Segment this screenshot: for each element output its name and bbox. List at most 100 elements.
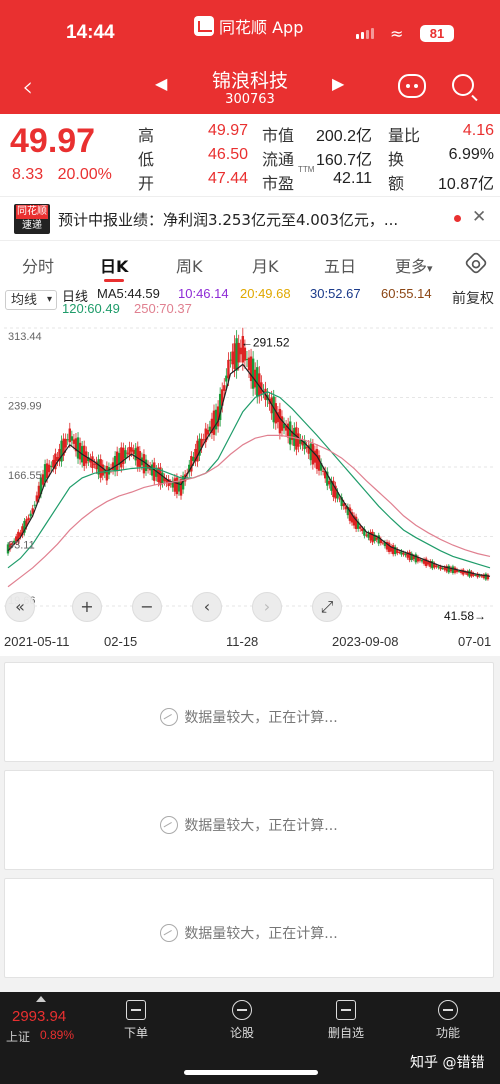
candle-body [453, 567, 457, 573]
candle-body [321, 470, 325, 472]
ma5-value: MA5:44.59 [97, 286, 160, 301]
fullscreen-button[interactable]: ⤢ [312, 592, 342, 622]
amount-label: 额 [388, 176, 405, 193]
vol-ratio-label: 量比 [388, 128, 421, 145]
news-ticker[interactable]: 同花顺 速递 预计中报业绩：净利润3.253亿元至4.003亿元，... ✕ [0, 196, 500, 240]
float-label: 流通 [262, 152, 295, 169]
candle-body [338, 498, 341, 500]
index-value[interactable]: 2993.94 [12, 1008, 66, 1025]
open-label: 开 [138, 176, 155, 193]
tab-intraday[interactable]: 分时 [22, 253, 54, 277]
chart-series [6, 327, 491, 588]
candle-body [447, 565, 451, 573]
status-time: 14:44 [66, 22, 115, 43]
candle-body [315, 449, 319, 469]
ma-selector[interactable]: 均线 [5, 290, 57, 310]
home-indicator [184, 1070, 318, 1075]
candle-body [113, 456, 117, 472]
search-icon[interactable] [452, 74, 474, 96]
candle-body [142, 454, 146, 474]
discuss-button[interactable]: 论股 [212, 1000, 272, 1041]
candle-body [68, 428, 71, 443]
candle-body [468, 570, 471, 577]
candle-body [136, 446, 139, 467]
candle-body [101, 464, 104, 476]
chart-settings-icon[interactable] [463, 250, 489, 276]
tab-more-label: 更多 [395, 257, 428, 276]
close-icon[interactable]: ✕ [472, 207, 486, 227]
loading-icon [160, 924, 179, 942]
candle-body [229, 359, 232, 361]
candle-body [451, 566, 455, 574]
remove-watchlist-label: 删自选 [327, 1026, 364, 1040]
ma10-value: 10:46.14 [178, 286, 229, 301]
pan-left-button[interactable]: ‹ [192, 592, 222, 622]
candle-body [111, 462, 115, 470]
min-price-marker: 41.58→ [444, 609, 486, 623]
candle-body [35, 495, 39, 502]
candle-body [297, 433, 300, 447]
candle-body [99, 459, 102, 478]
mcap-value: 200.2亿 [315, 128, 372, 145]
tab-weekly-k[interactable]: 周K [176, 253, 203, 277]
candle-body [153, 462, 156, 481]
candle-body [474, 574, 477, 576]
candle-body [280, 416, 284, 431]
chevron-down-icon: ▾ [427, 262, 433, 275]
pe-label: 市盈 [262, 176, 295, 193]
loading-message: 数据量较大，正在计算... [5, 923, 493, 943]
candle-body [72, 439, 76, 444]
loading-text: 数据量较大，正在计算... [184, 926, 338, 942]
loading-text: 数据量较大，正在计算... [184, 710, 338, 726]
zoom-out-button[interactable]: − [132, 592, 162, 622]
kline-chart[interactable]: 313.44239.99166.5593.1119.66 ←291.5241.5… [0, 318, 500, 630]
candle-body [404, 553, 407, 556]
candle-body [398, 552, 401, 554]
remove-watchlist-button[interactable]: 删自选 [316, 1000, 376, 1041]
adjustment-selector[interactable]: 前复权 [452, 288, 494, 308]
candle-body [227, 359, 230, 379]
news-text[interactable]: 预计中报业绩：净利润3.253亿元至4.003亿元，... [58, 209, 438, 230]
candle-body [150, 464, 154, 476]
candle-body [212, 410, 216, 435]
robot-assistant-icon[interactable] [398, 74, 426, 98]
candle-body [402, 552, 405, 555]
candle-body [43, 464, 47, 483]
candle-body [359, 526, 362, 529]
rewind-button[interactable]: « [5, 592, 35, 622]
low-label: 低 [138, 152, 155, 169]
candle-body [418, 559, 422, 561]
candle-body [381, 542, 385, 544]
candle-body [161, 472, 164, 484]
candle-body [225, 375, 228, 382]
pan-right-button[interactable]: › [252, 592, 282, 622]
status-bar: 14:44 同花顺 App ≈ 81 [0, 0, 500, 62]
current-price: 49.97 [10, 122, 96, 160]
candle-body [41, 474, 45, 485]
candle-body [462, 569, 465, 575]
x-tick-label: 07-01 [458, 634, 492, 649]
candle-body [50, 466, 53, 468]
chart-tabs: 分时 日K 周K 月K 五日 更多▾ [0, 240, 500, 284]
tab-monthly-k[interactable]: 月K [252, 253, 279, 277]
change-percent: 20.00% [57, 166, 112, 183]
low-value: 46.50 [207, 146, 248, 163]
order-button[interactable]: 下单 [106, 1000, 166, 1041]
candle-body [245, 359, 249, 361]
functions-button[interactable]: 功能 [418, 1000, 478, 1041]
candle-body [78, 442, 82, 460]
candle-body [115, 451, 119, 472]
x-tick-label: 02-15 [104, 634, 138, 649]
zoom-in-button[interactable]: + [72, 592, 102, 622]
max-price-marker: ←291.52 [241, 336, 290, 350]
tab-more[interactable]: 更多▾ [395, 253, 433, 277]
y-tick-label: 166.55 [8, 470, 42, 482]
next-stock-icon[interactable]: ▶ [332, 74, 344, 93]
tab-daily-k[interactable]: 日K [100, 253, 128, 282]
candle-body [202, 439, 205, 441]
candle-body [33, 504, 36, 506]
tab-five-day[interactable]: 五日 [324, 253, 356, 277]
candle-body [223, 385, 226, 391]
amount-value: 10.87亿 [437, 176, 494, 193]
open-value: 47.44 [207, 170, 248, 187]
